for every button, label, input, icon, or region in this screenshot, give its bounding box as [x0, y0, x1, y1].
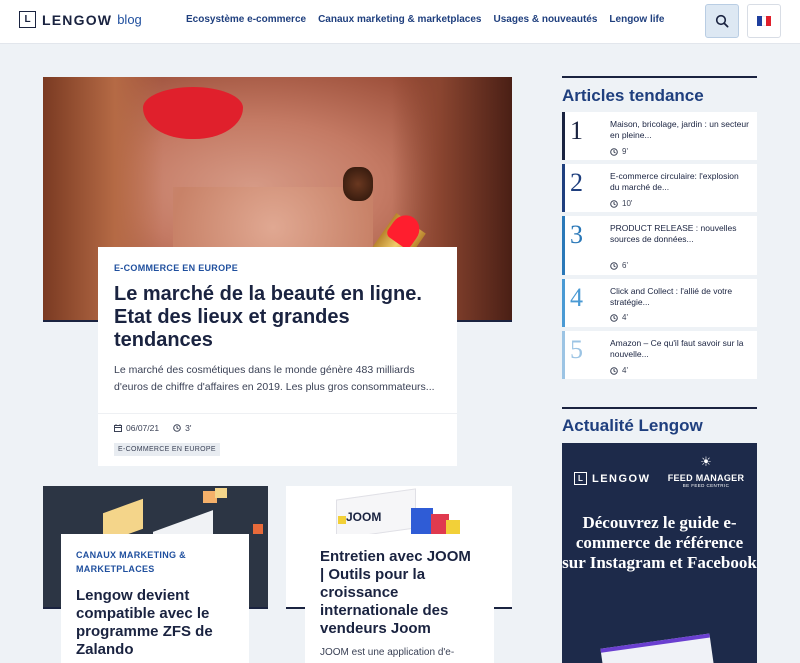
search-icon [715, 14, 729, 28]
trending-item[interactable]: 5 Amazon – Ce qu'il faut savoir sur la n… [562, 331, 757, 379]
joom-logo-text: JOOM [346, 510, 382, 524]
hero-date: 06/07/21 [114, 423, 159, 433]
trending-title[interactable]: Maison, bricolage, jardin : un secteur e… [610, 119, 750, 141]
card-category[interactable]: CANAUX MARKETING & MARKETPLACES [76, 548, 234, 576]
trending-title[interactable]: PRODUCT RELEASE : nouvelles sources de d… [610, 223, 750, 245]
trending-time: 6' [610, 261, 628, 270]
nav-canaux-marketing[interactable]: Canaux marketing & marketplaces [318, 14, 481, 25]
article-card-zalando[interactable]: CANAUX MARKETING & MARKETPLACES Lengow d… [61, 534, 249, 663]
hero-date-text: 06/07/21 [126, 423, 160, 433]
trending-time-text: 4' [622, 313, 628, 322]
trending-item[interactable]: 4 Click and Collect : l'allié de votre s… [562, 279, 757, 327]
promo-illustration [600, 633, 714, 663]
trending-time-text: 6' [622, 261, 628, 270]
french-flag-icon [757, 16, 772, 26]
card-excerpt: JOOM est une application d'e- [320, 647, 455, 658]
trending-title[interactable]: E-commerce circulaire: l'explosion du ma… [610, 171, 750, 193]
trending-rank: 3 [570, 220, 583, 249]
nav-lengow-life[interactable]: Lengow life [609, 14, 664, 25]
clock-icon [610, 147, 618, 156]
nav-ecosysteme[interactable]: Ecosystème e-commerce [186, 14, 306, 25]
site-header: L LENGOW blog Ecosystème e-commerce Cana… [0, 0, 800, 44]
trending-rank: 5 [570, 335, 583, 364]
sun-icon: ☀ [700, 454, 712, 469]
trending-title[interactable]: Amazon – Ce qu'il faut savoir sur la nou… [610, 338, 750, 360]
trending-rank: 2 [570, 168, 583, 197]
trending-time: 9' [610, 147, 628, 156]
trending-item[interactable]: 2 E-commerce circulaire: l'explosion du … [562, 164, 757, 212]
trending-heading: Articles tendance [562, 86, 704, 105]
trending-time-text: 9' [622, 147, 628, 156]
hero-excerpt: Le marché des cosmétiques dans le monde … [114, 364, 435, 393]
clock-icon [610, 261, 618, 270]
logo-wordmark: LENGOW [42, 11, 113, 28]
trending-time-text: 10' [622, 199, 633, 208]
trending-time: 10' [610, 199, 632, 208]
hero-read-time: 3' [173, 423, 191, 433]
calendar-icon [114, 424, 122, 432]
article-card-joom[interactable]: Entretien avec JOOM | Outils pour la cro… [305, 534, 494, 663]
clock-icon [610, 199, 618, 208]
trending-time: 4' [610, 366, 628, 375]
main-nav: Ecosystème e-commerce Canaux marketing &… [186, 14, 664, 25]
lengow-blog-logo[interactable]: L LENGOW blog [19, 11, 142, 28]
trending-time-text: 4' [622, 366, 628, 375]
logo-blog-label: blog [117, 12, 142, 27]
language-button[interactable] [747, 4, 781, 38]
clock-icon [610, 313, 618, 322]
trending-item[interactable]: 3 PRODUCT RELEASE : nouvelles sources de… [562, 216, 757, 275]
hero-title[interactable]: Le marché de la beauté en ligne. Etat de… [114, 283, 441, 352]
trending-title[interactable]: Click and Collect : l'allié de votre str… [610, 286, 750, 308]
news-heading: Actualité Lengow [562, 416, 703, 435]
promo-lengow-logo: L LENGOW [574, 472, 651, 485]
nav-usages[interactable]: Usages & nouveautés [493, 14, 597, 25]
trending-rank: 4 [570, 283, 583, 312]
hero-category[interactable]: E-COMMERCE EN EUROPE [114, 263, 441, 273]
promo-banner[interactable]: L LENGOW ☀ FEED MANAGER BE FEED CENTRIC … [562, 443, 757, 663]
feed-manager-logo: ☀ FEED MANAGER BE FEED CENTRIC [667, 454, 745, 489]
card-title[interactable]: Lengow devient compatible avec le progra… [76, 587, 234, 659]
hero-meta: 06/07/21 3' [114, 423, 191, 433]
card-title[interactable]: Entretien avec JOOM | Outils pour la cro… [320, 548, 479, 638]
trending-rank: 1 [570, 116, 583, 145]
sidebar-rule [562, 407, 757, 409]
clock-icon [610, 366, 618, 375]
hero-read-time-text: 3' [185, 423, 192, 433]
sidebar-rule [562, 76, 757, 78]
logo-mark: L [19, 11, 36, 28]
promo-title[interactable]: Découvrez le guide e-commerce de référen… [562, 513, 757, 573]
clock-icon [173, 424, 181, 432]
hero-tag[interactable]: E-COMMERCE EN EUROPE [114, 443, 220, 456]
divider [98, 413, 457, 414]
trending-item[interactable]: 1 Maison, bricolage, jardin : un secteur… [562, 112, 757, 160]
hero-article-card[interactable]: E-COMMERCE EN EUROPE Le marché de la bea… [98, 247, 457, 466]
search-button[interactable] [705, 4, 739, 38]
trending-time: 4' [610, 313, 628, 322]
